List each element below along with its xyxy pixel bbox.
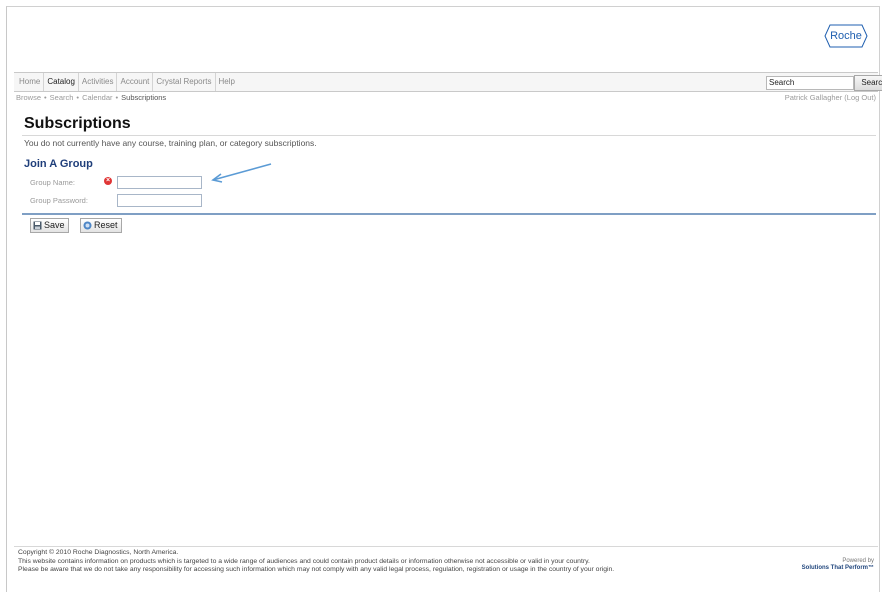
save-button[interactable]: Save <box>30 218 69 233</box>
group-password-input[interactable] <box>117 194 202 207</box>
top-nav: Home Catalog Activities Account Crystal … <box>14 72 882 92</box>
footer-divider <box>14 546 878 547</box>
subscriptions-message: You do not currently have any course, tr… <box>24 138 317 148</box>
user-logout-link[interactable]: Patrick Gallagher (Log Out) <box>785 93 876 102</box>
powered-brand: Solutions That Perform™ <box>801 565 874 571</box>
breadcrumb-current: Subscriptions <box>121 93 167 102</box>
search-input[interactable]: Search <box>766 76 854 90</box>
save-label: Save <box>44 220 65 230</box>
disclaimer-line-1: This website contains information on pro… <box>18 557 590 565</box>
reset-button[interactable]: Reset <box>80 218 122 233</box>
roche-logo: Roche <box>824 24 868 48</box>
tab-catalog[interactable]: Catalog <box>44 73 79 91</box>
title-divider <box>22 135 876 136</box>
reset-label: Reset <box>94 220 118 230</box>
page-title: Subscriptions <box>24 115 131 132</box>
refresh-icon <box>83 221 92 230</box>
arrow-icon <box>211 163 272 183</box>
group-password-label: Group Password: <box>30 196 88 205</box>
group-name-label: Group Name: <box>30 178 76 187</box>
powered-by: Powered by Solutions That Perform™ <box>802 558 874 572</box>
breadcrumb-separator: • <box>115 93 119 102</box>
search-button[interactable]: Search <box>854 75 882 91</box>
disclaimer-line-2: Please be aware that we do not take any … <box>18 566 615 573</box>
group-name-input[interactable] <box>117 176 202 189</box>
form-divider <box>22 213 876 215</box>
logo-text: Roche <box>830 30 862 42</box>
copyright-text: Copyright © 2010 Roche Diagnostics, Nort… <box>18 549 179 556</box>
breadcrumb-separator: • <box>76 93 80 102</box>
nav-tabs: Home Catalog Activities Account Crystal … <box>16 73 238 91</box>
footer-text: Copyright © 2010 Roche Diagnostics, Nort… <box>18 549 748 575</box>
tab-account[interactable]: Account <box>117 73 154 91</box>
breadcrumb: Browse • Search • Calendar • Subscriptions <box>16 93 166 102</box>
breadcrumb-calendar[interactable]: Calendar <box>82 93 112 102</box>
tab-activities[interactable]: Activities <box>79 73 118 91</box>
breadcrumb-separator: • <box>44 93 47 102</box>
section-title: Join A Group <box>24 158 93 170</box>
breadcrumb-search[interactable]: Search <box>50 93 74 102</box>
powered-by-text: Powered by <box>842 558 874 564</box>
floppy-disk-icon <box>33 221 42 230</box>
tab-help[interactable]: Help <box>216 73 238 91</box>
breadcrumb-browse[interactable]: Browse <box>16 93 41 102</box>
tab-home[interactable]: Home <box>16 73 45 91</box>
x-circle-icon: × <box>104 177 112 185</box>
tab-crystal-reports[interactable]: Crystal Reports <box>153 73 216 91</box>
